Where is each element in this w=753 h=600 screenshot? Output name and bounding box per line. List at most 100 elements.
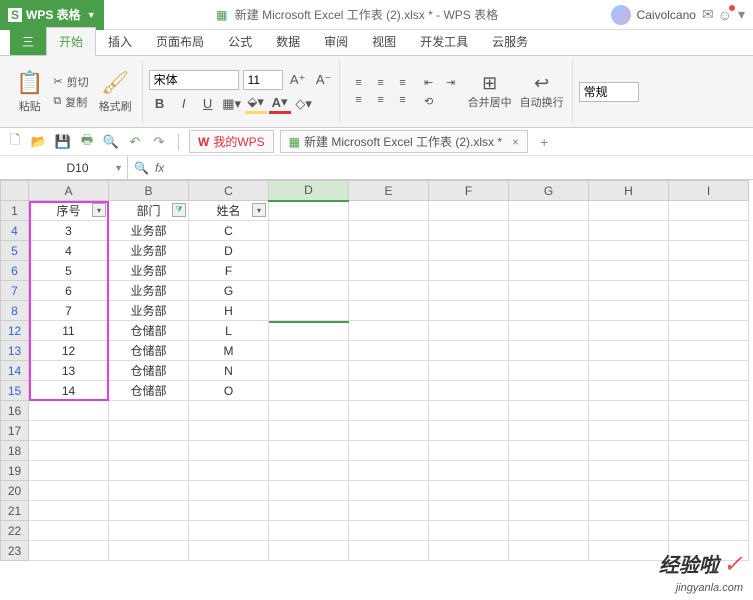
spreadsheet[interactable]: ABCDEFGHI1序号▾部门⧩姓名▾43业务部C54业务部D65业务部F76业… <box>0 180 753 600</box>
cell[interactable] <box>589 261 669 281</box>
cell[interactable] <box>589 201 669 221</box>
align-middle-button[interactable]: ≡ <box>371 76 391 91</box>
cell[interactable] <box>509 401 589 421</box>
cell[interactable] <box>269 381 349 401</box>
cell[interactable]: 仓储部 <box>109 341 189 361</box>
cell[interactable] <box>269 261 349 281</box>
cell[interactable]: 业务部 <box>109 281 189 301</box>
cell[interactable] <box>429 281 509 301</box>
row-header-16[interactable]: 16 <box>1 401 29 421</box>
cell[interactable] <box>349 521 429 541</box>
cell[interactable]: C <box>189 221 269 241</box>
align-left-button[interactable]: ≡ <box>349 93 369 108</box>
cell[interactable] <box>509 241 589 261</box>
cell[interactable]: 7 <box>29 301 109 321</box>
cell[interactable] <box>429 501 509 521</box>
username[interactable]: Caivolcano <box>637 8 696 22</box>
cell[interactable] <box>349 481 429 501</box>
cell[interactable] <box>29 501 109 521</box>
tab-view[interactable]: 视图 <box>360 28 408 55</box>
cell[interactable] <box>349 441 429 461</box>
app-dropdown-icon[interactable]: ▼ <box>87 10 96 20</box>
cell[interactable] <box>589 461 669 481</box>
font-size-select[interactable] <box>243 70 283 90</box>
cell[interactable] <box>189 421 269 441</box>
cell[interactable] <box>429 541 509 561</box>
cell[interactable] <box>189 441 269 461</box>
row-header-20[interactable]: 20 <box>1 481 29 501</box>
cell[interactable] <box>509 541 589 561</box>
align-top-button[interactable]: ≡ <box>349 76 369 91</box>
cell[interactable] <box>509 201 589 221</box>
cell[interactable] <box>429 321 509 341</box>
tab-data[interactable]: 数据 <box>264 28 312 55</box>
cell[interactable] <box>589 401 669 421</box>
cell[interactable]: 6 <box>29 281 109 301</box>
filter-icon[interactable]: ⧩ <box>172 203 186 217</box>
header-cell[interactable]: 序号▾ <box>29 201 109 221</box>
cell[interactable] <box>669 481 749 501</box>
row-header-19[interactable]: 19 <box>1 461 29 481</box>
tab-review[interactable]: 审阅 <box>312 28 360 55</box>
cell[interactable] <box>589 301 669 321</box>
copy-button[interactable]: ⧉复制 <box>51 93 90 111</box>
cell[interactable] <box>269 461 349 481</box>
cell[interactable]: D <box>189 241 269 261</box>
cell[interactable] <box>669 281 749 301</box>
cell[interactable] <box>109 441 189 461</box>
app-badge[interactable]: S WPS 表格 ▼ <box>0 0 104 30</box>
cell[interactable] <box>589 481 669 501</box>
tab-formulas[interactable]: 公式 <box>216 28 264 55</box>
align-right-button[interactable]: ≡ <box>393 93 413 108</box>
cell[interactable] <box>349 261 429 281</box>
cell[interactable] <box>669 421 749 441</box>
cell[interactable] <box>269 521 349 541</box>
cell[interactable] <box>189 401 269 421</box>
border-button[interactable]: ▦▾ <box>221 94 243 114</box>
cell[interactable] <box>669 301 749 321</box>
cell[interactable] <box>669 261 749 281</box>
cell[interactable] <box>269 201 349 221</box>
cell[interactable] <box>269 301 349 321</box>
row-header-13[interactable]: 13 <box>1 341 29 361</box>
cell[interactable]: 4 <box>29 241 109 261</box>
cell[interactable] <box>29 481 109 501</box>
row-header-1[interactable]: 1 <box>1 201 29 221</box>
cell[interactable] <box>509 341 589 361</box>
cell[interactable] <box>189 461 269 481</box>
cell[interactable] <box>269 341 349 361</box>
chevron-down-icon[interactable]: ▾ <box>738 6 745 23</box>
number-format-select[interactable] <box>579 82 639 102</box>
cell[interactable] <box>269 541 349 561</box>
cell[interactable]: F <box>189 261 269 281</box>
cell[interactable] <box>589 381 669 401</box>
cell[interactable] <box>429 381 509 401</box>
avatar[interactable] <box>611 5 631 25</box>
cell[interactable] <box>349 361 429 381</box>
cell[interactable] <box>349 461 429 481</box>
cell[interactable] <box>509 321 589 341</box>
header-cell[interactable]: 部门⧩ <box>109 201 189 221</box>
cell[interactable] <box>269 421 349 441</box>
select-all-corner[interactable] <box>1 181 29 201</box>
cell[interactable] <box>429 241 509 261</box>
preview-button[interactable]: 🔍 <box>102 133 120 151</box>
search-icon[interactable]: 🔍 <box>134 161 149 175</box>
cell[interactable] <box>349 501 429 521</box>
font-name-select[interactable] <box>149 70 239 90</box>
cell[interactable] <box>189 521 269 541</box>
paste-button[interactable]: 📋 粘贴 <box>10 68 49 116</box>
cell[interactable] <box>509 501 589 521</box>
cell[interactable] <box>669 201 749 221</box>
add-tab-button[interactable]: + <box>534 134 554 150</box>
cell[interactable] <box>589 441 669 461</box>
cell[interactable] <box>429 201 509 221</box>
notification-icon[interactable]: ☺ <box>718 7 732 23</box>
row-header-7[interactable]: 7 <box>1 281 29 301</box>
filter-icon[interactable]: ▾ <box>92 203 106 217</box>
cell[interactable] <box>509 221 589 241</box>
cell[interactable] <box>29 461 109 481</box>
cell[interactable]: O <box>189 381 269 401</box>
col-header-C[interactable]: C <box>189 181 269 201</box>
print-button[interactable]: 🖶 <box>78 133 96 151</box>
